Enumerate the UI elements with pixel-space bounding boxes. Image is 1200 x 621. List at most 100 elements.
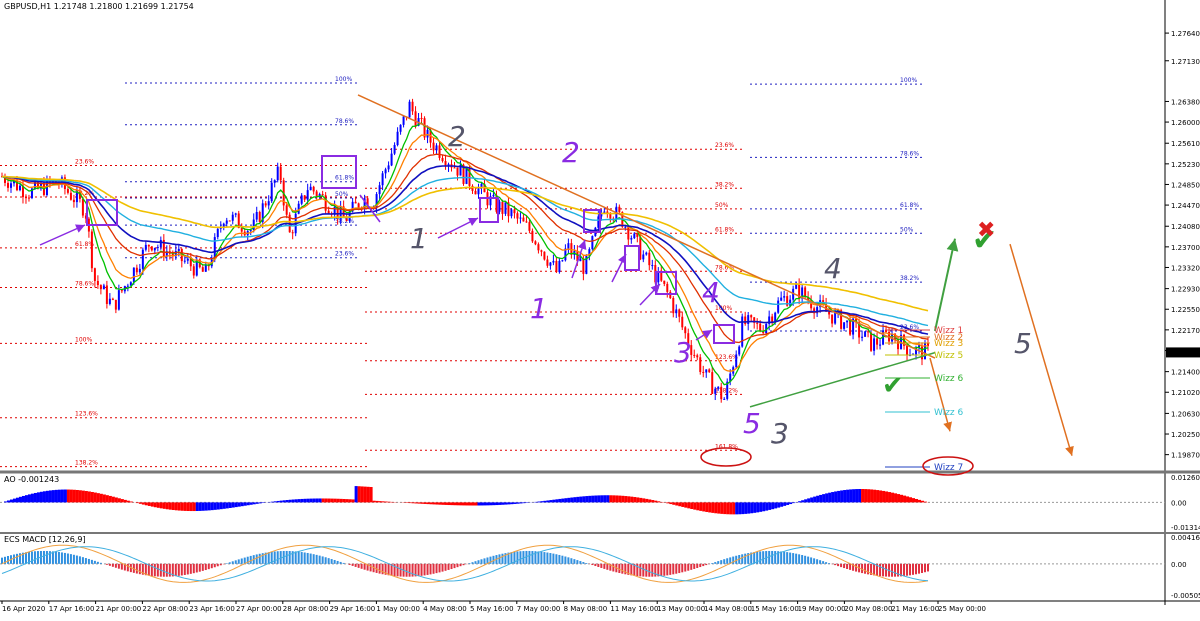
ao-bar: [82, 491, 85, 503]
candle-body: [442, 158, 444, 161]
ao-bar: [696, 502, 699, 510]
candle-body: [906, 346, 908, 355]
macd-bar: [424, 564, 426, 576]
macd-bar: [433, 564, 435, 574]
ao-bar: [468, 502, 471, 505]
macd-bar: [91, 560, 93, 564]
macd-bar: [519, 551, 521, 564]
candle-body: [552, 261, 554, 263]
macd-bar: [85, 558, 87, 564]
macd-bar: [25, 552, 27, 564]
macd-bar: [690, 564, 692, 570]
ao-bar: [816, 496, 819, 503]
candle-body: [73, 200, 75, 202]
ao-bar: [421, 502, 424, 503]
ao-bar: [846, 490, 849, 503]
candle-body: [70, 193, 72, 200]
ao-bar: [235, 502, 238, 507]
candle-body: [675, 309, 677, 313]
candle-body: [750, 315, 752, 317]
ao-bar: [492, 502, 495, 505]
ao-bar: [603, 495, 606, 502]
ao-bar: [226, 502, 229, 508]
chart-root[interactable]: 1.276401.271301.263801.260001.256101.252…: [0, 0, 1200, 617]
macd-bar: [828, 563, 830, 564]
ao-bar: [903, 496, 906, 503]
macd-bar: [331, 559, 333, 564]
ao-bar: [636, 497, 639, 502]
candle-body: [663, 281, 665, 284]
ao-bar: [684, 502, 687, 507]
x-tick-label: 22 Apr 08:00: [142, 605, 188, 613]
candle-body: [777, 301, 779, 313]
macd-bar: [442, 564, 444, 572]
ao-bar: [334, 499, 337, 503]
macd-bar: [585, 563, 587, 564]
ao-bar: [418, 502, 421, 503]
fib-level-label: 78.6%: [75, 281, 94, 288]
ao-bar: [735, 502, 738, 514]
ao-bar: [780, 502, 783, 506]
candle-body: [385, 169, 387, 173]
candle-body: [843, 322, 845, 329]
ao-bar: [855, 489, 858, 502]
macd-bar: [717, 561, 719, 564]
ao-bar: [211, 502, 214, 510]
ao-bar: [471, 502, 474, 505]
wizz-label: Wizz 7: [934, 463, 963, 473]
ao-bar: [76, 490, 79, 502]
candle-body: [540, 250, 542, 251]
macd-bar: [229, 562, 231, 564]
ao-bar: [615, 495, 618, 502]
ao-bar: [720, 502, 723, 513]
candle-body: [415, 111, 417, 125]
candle-body: [672, 298, 674, 313]
ao-bar: [465, 502, 468, 505]
ao-bar: [445, 502, 448, 505]
ao-bar: [738, 502, 741, 514]
check-mark-icon: ✔: [882, 371, 904, 401]
macd-bar: [277, 551, 279, 564]
candle-body: [121, 290, 123, 291]
macd-bar: [474, 561, 476, 564]
ao-bar: [91, 492, 94, 502]
candle-body: [388, 165, 390, 169]
macd-bar: [837, 564, 839, 566]
candle-body: [433, 143, 435, 151]
candle-body: [543, 252, 545, 260]
macd-bar: [705, 564, 707, 565]
ao-bar: [759, 502, 762, 511]
candle-body: [133, 268, 135, 283]
ao-bar: [570, 498, 573, 503]
macd-bar: [795, 554, 797, 564]
macd-bar: [313, 554, 315, 564]
macd-tick-label: 0.0041692: [1171, 534, 1200, 542]
candle-body: [142, 250, 144, 269]
ao-bar: [295, 499, 298, 502]
candle-body: [651, 265, 653, 266]
ao-bar: [798, 501, 801, 502]
ao-bar: [768, 502, 771, 510]
macd-bar: [31, 552, 33, 564]
macd-bar: [528, 551, 530, 564]
ao-bar: [690, 502, 693, 509]
macd-bar: [819, 560, 821, 564]
macd-bar: [436, 564, 438, 573]
macd-bar: [70, 554, 72, 564]
macd-bar: [561, 556, 563, 564]
macd-bar: [79, 556, 81, 564]
price-tick-label: 1.22550: [1171, 306, 1200, 314]
macd-bar: [546, 553, 548, 564]
macd-bar: [88, 559, 90, 564]
candle-body: [205, 265, 207, 272]
wizz-label: Wizz 5: [934, 351, 963, 361]
ao-bar: [319, 498, 322, 502]
ao-bar: [16, 498, 19, 503]
candle-body: [879, 345, 881, 346]
macd-bar: [792, 553, 794, 564]
fib-level-label: 100%: [75, 336, 92, 343]
candle-body: [648, 253, 650, 265]
ao-bar: [172, 502, 175, 510]
ao-bar: [184, 502, 187, 511]
ao-bar: [771, 502, 774, 509]
